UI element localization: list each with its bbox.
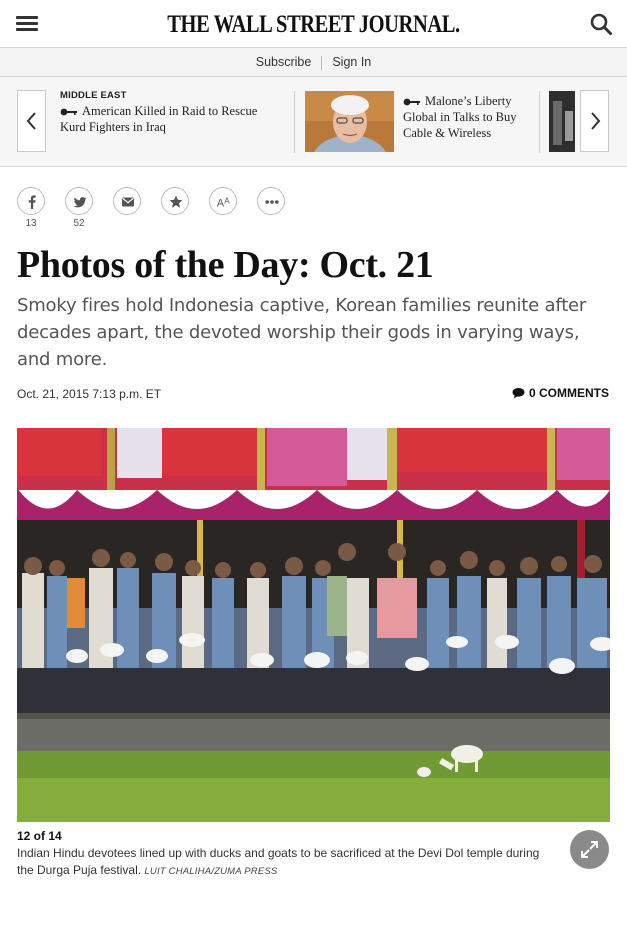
save-article-button[interactable] [161,187,189,215]
hamburger-menu-icon[interactable] [14,13,40,35]
twitter-share-button[interactable] [65,187,93,215]
chevron-right-icon [591,112,601,130]
search-icon[interactable] [589,12,613,36]
key-icon [60,108,77,116]
more-icon [265,200,279,204]
article-timestamp: Oct. 21, 2015 7:13 p.m. ET [17,387,162,401]
carousel-next-button[interactable] [580,90,609,152]
star-icon [169,195,183,208]
subscribe-bar: Subscribe Sign In [0,48,627,77]
divider [321,55,323,70]
carousel-thumbnail-partial[interactable] [549,91,575,152]
divider [294,91,295,153]
chevron-left-icon [26,112,36,130]
headline-carousel: MIDDLE EAST American Killed in Raid to R… [0,77,627,167]
comment-bubble-icon [512,388,525,399]
expand-icon [581,841,598,858]
facebook-share-button[interactable] [17,187,45,215]
text-size-button[interactable]: A A [209,187,237,215]
article-dek: Smoky fires hold Indonesia captive, Kore… [17,295,587,370]
carousel-thumbnail-portrait[interactable] [305,91,394,152]
facebook-icon [28,195,36,209]
text-size-icon: A A [217,197,230,210]
site-logo[interactable]: THE WALL STREET JOURNAL. [56,11,570,39]
comments-count-label: 0 COMMENTS [528,386,609,400]
twitter-share-count: 52 [73,218,85,229]
subscribe-link[interactable]: Subscribe [256,55,312,69]
carousel-prev-button[interactable] [17,90,46,152]
expand-photo-button[interactable] [570,830,609,869]
sign-in-link[interactable]: Sign In [332,55,371,69]
more-options-button[interactable] [257,187,285,215]
carousel-headline-text: American Killed in Raid to Rescue Kurd F… [60,104,258,134]
facebook-share-count: 13 [25,218,37,229]
svg-text:A: A [224,197,230,206]
article-photo[interactable] [17,428,610,822]
email-icon [122,197,134,207]
divider [539,91,540,153]
photo-counter: 12 of 14 [17,829,62,843]
site-header: THE WALL STREET JOURNAL. [0,0,627,48]
carousel-category: MIDDLE EAST [60,90,127,101]
photo-credit: LUIT CHALIHA/ZUMA PRESS [144,866,278,877]
key-icon [403,98,420,106]
photo-caption-text: Indian Hindu devotees lined up with duck… [17,846,540,877]
twitter-icon [73,197,87,208]
carousel-headline-link[interactable]: American Killed in Raid to Rescue Kurd F… [60,103,285,135]
photo-caption: Indian Hindu devotees lined up with duck… [17,845,547,880]
carousel-headline-link[interactable]: Malone’s Liberty Global in Talks to Buy … [403,93,533,141]
email-share-button[interactable] [113,187,141,215]
article-headline: Photos of the Day: Oct. 21 [17,244,434,286]
comments-link[interactable]: 0 COMMENTS [512,386,609,400]
carousel-item[interactable]: MIDDLE EAST American Killed in Raid to R… [60,90,285,135]
carousel-item[interactable]: Malone’s Liberty Global in Talks to Buy … [403,91,533,141]
